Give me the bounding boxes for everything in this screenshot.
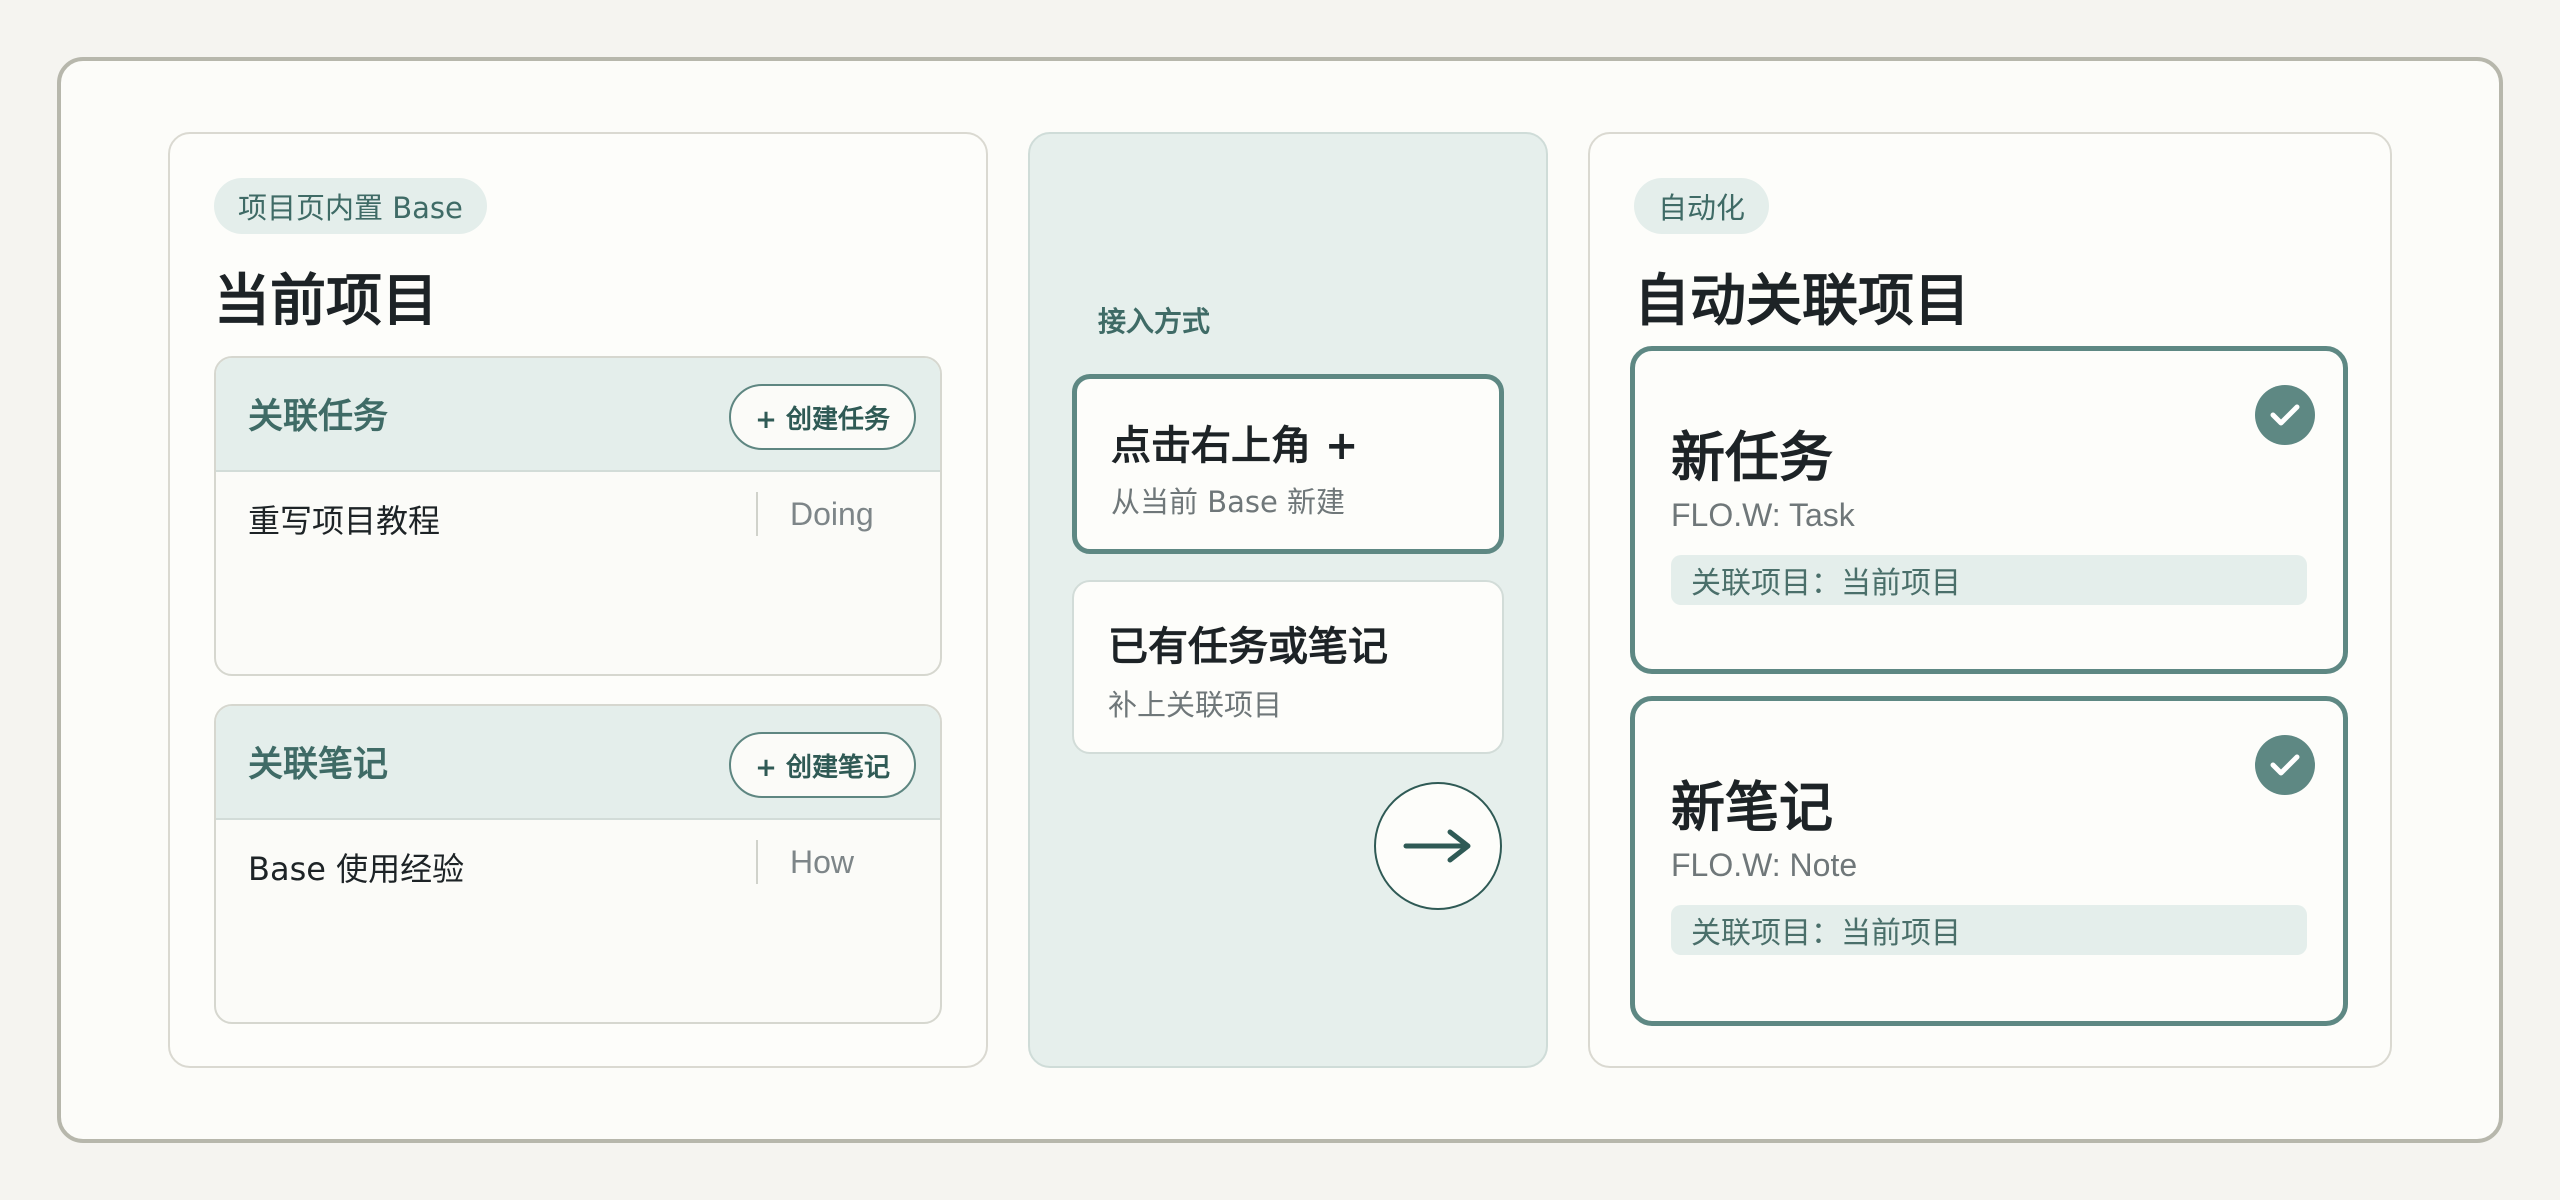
base-pill: 项目页内置 Base [214,178,487,234]
linked-tasks-header: 关联任务 + 创建任务 [216,358,940,472]
card-subtitle: FLO.W: Note [1671,847,1858,883]
create-task-button[interactable]: + 创建任务 [729,384,916,450]
option-title: 已有任务或笔记 [1108,624,1388,670]
column-divider [756,840,758,884]
linked-tasks-title: 关联任务 [248,397,389,437]
option-title: 点击右上角 + [1111,423,1359,469]
page-title: 当前项目 [214,269,438,334]
check-icon [2255,735,2315,795]
linked-notes-title: 关联笔记 [248,745,389,785]
card-title: 新笔记 [1671,776,1833,839]
automation-panel: 自动化 自动关联项目 新任务 FLO.W: Task 关联项目：当前项目 新笔记… [1588,132,2392,1068]
check-icon [2255,385,2315,445]
row-title: Base 使用经验 [248,850,465,888]
arrow-right-icon[interactable] [1374,782,1502,910]
arrow-right-icon-glyph [1403,829,1471,863]
option-subtitle: 从当前 Base 新建 [1111,485,1346,519]
option-subtitle: 补上关联项目 [1108,688,1283,722]
current-project-panel: 项目页内置 Base 当前项目 关联任务 + 创建任务 重写项目教程 Doing… [168,132,988,1068]
integration-label: 接入方式 [1098,305,1211,338]
option-create-new[interactable]: 点击右上角 + 从当前 Base 新建 [1072,374,1504,554]
status-badge: Doing [790,496,874,532]
option-link-existing[interactable]: 已有任务或笔记 补上关联项目 [1072,580,1504,754]
table-row[interactable]: 重写项目教程 Doing [216,472,940,560]
card-subtitle: FLO.W: Task [1671,497,1855,533]
new-task-card[interactable]: 新任务 FLO.W: Task 关联项目：当前项目 [1630,346,2348,674]
new-note-card[interactable]: 新笔记 FLO.W: Note 关联项目：当前项目 [1630,696,2348,1026]
integration-method-panel: 接入方式 点击右上角 + 从当前 Base 新建 已有任务或笔记 补上关联项目 [1028,132,1548,1068]
card-title: 新任务 [1671,426,1833,489]
automation-title: 自动关联项目 [1634,269,1970,334]
automation-pill: 自动化 [1634,178,1770,234]
row-title: 重写项目教程 [248,502,441,540]
status-badge: How [790,844,855,880]
linked-notes-card: 关联笔记 + 创建笔记 Base 使用经验 How [214,704,942,1024]
linked-notes-header: 关联笔记 + 创建笔记 [216,706,940,820]
linked-project-tag: 关联项目：当前项目 [1671,555,2307,605]
column-divider [756,492,758,536]
linked-tasks-card: 关联任务 + 创建任务 重写项目教程 Doing [214,356,942,676]
linked-project-tag: 关联项目：当前项目 [1671,905,2307,955]
table-row[interactable]: Base 使用经验 How [216,820,940,908]
create-note-button[interactable]: + 创建笔记 [729,732,916,798]
